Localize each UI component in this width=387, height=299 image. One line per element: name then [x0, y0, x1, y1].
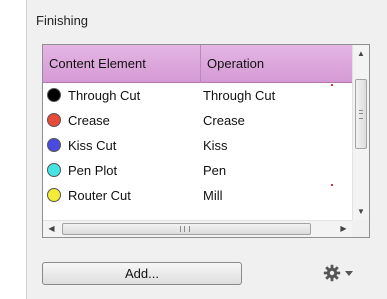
color-swatch — [47, 113, 61, 127]
horizontal-scroll-thumb[interactable] — [62, 223, 311, 235]
section-title: Finishing — [36, 13, 89, 28]
grip-icon — [180, 226, 190, 232]
table-row[interactable]: Kiss Cut Kiss — [43, 133, 352, 158]
horizontal-scrollbar[interactable]: ◀ ▶ — [43, 220, 352, 237]
settings-menu-button[interactable] — [323, 262, 359, 284]
table-body: Through Cut Through Cut Crease Crease Ki… — [43, 83, 352, 208]
operation-name: Crease — [203, 113, 245, 128]
row-marker — [331, 184, 333, 186]
table-row[interactable]: Pen Plot Pen — [43, 158, 352, 183]
scroll-left-arrow-icon[interactable]: ◀ — [43, 221, 60, 237]
finishing-panel: Finishing Content Element Operation Thro… — [26, 0, 387, 299]
gear-icon — [323, 264, 341, 282]
row-marker — [331, 84, 333, 86]
element-name: Through Cut — [68, 88, 141, 103]
table-row[interactable]: Crease Crease — [43, 108, 352, 133]
element-name: Kiss Cut — [68, 138, 117, 153]
vertical-scrollbar[interactable]: ▲ ▼ — [352, 45, 369, 220]
element-name: Crease — [68, 113, 110, 128]
scroll-right-arrow-icon[interactable]: ▶ — [335, 221, 352, 237]
table-row[interactable]: Through Cut Through Cut — [43, 83, 352, 108]
operation-name: Through Cut — [203, 88, 276, 103]
color-swatch — [47, 138, 61, 152]
grip-icon — [359, 110, 363, 119]
element-name: Router Cut — [68, 188, 131, 203]
color-swatch — [47, 188, 61, 202]
element-name: Pen Plot — [68, 163, 118, 178]
column-header-content-element[interactable]: Content Element — [43, 45, 201, 83]
chevron-down-icon — [345, 271, 353, 276]
table-header: Content Element Operation — [43, 45, 352, 83]
content-element-list[interactable]: Content Element Operation Through Cut Th… — [42, 44, 370, 238]
operation-name: Mill — [203, 188, 223, 203]
scroll-down-arrow-icon[interactable]: ▼ — [353, 203, 369, 220]
vertical-scroll-thumb[interactable] — [355, 79, 367, 149]
add-button[interactable]: Add... — [42, 262, 242, 285]
scroll-up-arrow-icon[interactable]: ▲ — [353, 45, 369, 62]
column-header-operation[interactable]: Operation — [201, 45, 352, 83]
operation-name: Kiss — [203, 138, 228, 153]
scrollbar-corner — [352, 220, 369, 237]
color-swatch — [47, 88, 61, 102]
table-row[interactable]: Router Cut Mill — [43, 183, 352, 208]
color-swatch — [47, 163, 61, 177]
operation-name: Pen — [203, 163, 227, 178]
